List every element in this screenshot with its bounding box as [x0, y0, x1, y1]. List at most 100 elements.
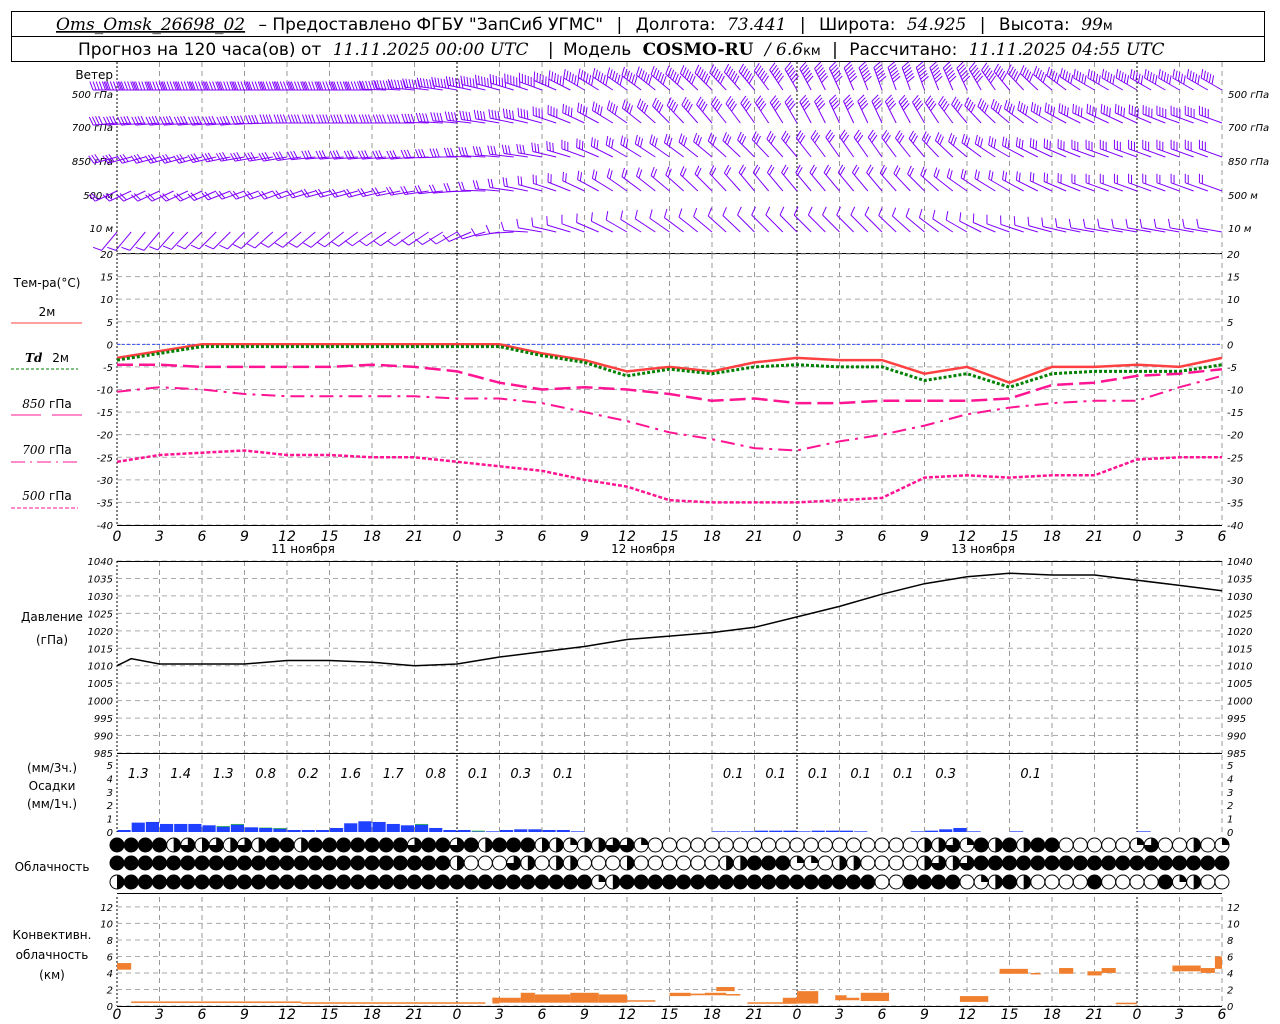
wind-barb-flag [212, 81, 217, 91]
wind-barb-shaft [665, 174, 684, 192]
wind-barb [1099, 173, 1124, 192]
wind-barb-flag [282, 81, 287, 91]
cloud-circle [973, 837, 989, 853]
wind-barb-flag [631, 74, 635, 84]
precip-bar [131, 822, 145, 832]
wind-barb-flag [932, 209, 936, 219]
cloud-circle [1157, 874, 1173, 890]
wind-barb-shaft [1071, 182, 1095, 192]
wind-barb [898, 94, 911, 124]
wind-barb-flag [878, 207, 883, 216]
wind-barb-shaft [951, 104, 968, 124]
wind-barb-flag [404, 113, 409, 123]
cloud-symbol [1002, 855, 1017, 871]
cloud-symbol [817, 874, 833, 890]
wind-barb-flag [245, 115, 250, 124]
cloud-circle [647, 855, 663, 871]
wind-barb-flag [190, 244, 200, 250]
convective-cloud-block [1101, 968, 1116, 973]
cloud-circle [350, 837, 366, 853]
wind-barb-shaft [767, 172, 784, 192]
wind-barb-flag [279, 114, 284, 124]
cloud-symbol [435, 855, 451, 871]
cloud-circle [1115, 837, 1131, 853]
wind-barb-flag [330, 114, 335, 124]
cloud-circle [803, 874, 819, 890]
wind-barb-flag [1047, 104, 1050, 114]
wind-barb-flag [645, 74, 650, 84]
wind-barb-flag [458, 78, 461, 88]
cloud-circle [364, 874, 380, 890]
wind-barb [649, 134, 670, 158]
cloud-circle [1002, 855, 1017, 871]
wind-barb-flag [594, 103, 598, 113]
cloud-symbol [322, 855, 337, 871]
sep: | [980, 15, 986, 35]
cloud-symbol [1157, 855, 1173, 871]
wind-barb-flag [1104, 70, 1107, 80]
cloud-symbol [676, 837, 692, 853]
wind-barb-flag [464, 147, 469, 157]
wind-barb-flag [614, 72, 618, 82]
wind-barb-flag [658, 104, 664, 113]
cloud-fill [570, 856, 578, 871]
wind-barb-shaft [636, 175, 656, 192]
wind-barb [709, 64, 727, 91]
cloud-symbol [747, 837, 762, 853]
pressure-axis-tick-left: 985 [94, 749, 113, 760]
wind-barb-flag [466, 76, 469, 86]
wind-barb-flag [1082, 218, 1086, 228]
wind-barb-flag [1041, 217, 1044, 227]
wind-barb-flag [1090, 70, 1093, 80]
wind-barb-flag [665, 65, 670, 75]
temp-axis-tick-left: -35 [97, 498, 113, 509]
wind-barb-flag [701, 71, 706, 80]
wind-barb [1111, 218, 1138, 233]
pressure-axis-tick-left: 1010 [88, 662, 113, 673]
wind-barb-flag [481, 76, 483, 86]
conv-axis-tick-left: 12 [100, 903, 113, 914]
cloud-fill [952, 856, 960, 871]
conv-axis-tick-left: 10 [100, 919, 113, 930]
cloud-circle [817, 855, 833, 871]
precip-bar [400, 825, 414, 832]
x-tick-label: 21 [1086, 529, 1104, 545]
pressure-axis-tick-right: 1020 [1227, 627, 1252, 638]
wind-barb-flag [963, 170, 967, 180]
wind-barb-flag [571, 73, 574, 83]
wind-barb-flag [305, 114, 310, 124]
wind-barb-shaft [1100, 182, 1124, 192]
wind-barb [893, 165, 911, 192]
wind-barb-flag [949, 170, 953, 180]
cloud-symbol [917, 837, 932, 853]
precip-bar [967, 831, 981, 832]
wind-barb [1085, 139, 1109, 158]
wind-barb-shaft [837, 172, 855, 192]
lat-value: 54.925 [907, 15, 966, 35]
precip-bar [471, 831, 485, 832]
temp-axis-tick-left: 0 [107, 340, 113, 351]
temp-title: Тем-ра(°C) [13, 276, 81, 290]
convective-cloud-block [797, 991, 819, 1004]
wind-barb-flag [194, 81, 199, 91]
cloud-circle [421, 855, 437, 871]
wind-barb-flag [611, 70, 616, 80]
wind-barb-flag [502, 177, 505, 187]
x-tick-label: 15 [661, 529, 679, 545]
cloud-symbol [548, 874, 564, 890]
cloud-circle [222, 874, 238, 890]
cloud-circle [1016, 855, 1032, 871]
wind-barb [956, 61, 971, 91]
wind-barb-flag [662, 75, 667, 85]
wind-barb-shaft [1028, 225, 1053, 233]
cloud-symbol [237, 874, 252, 890]
cloud-symbol [775, 855, 791, 871]
cloud-circle [208, 855, 224, 871]
wind-barb [665, 65, 684, 91]
wind-barb-flag [393, 114, 398, 124]
cloud-circle [123, 837, 139, 853]
cloud-symbol [1058, 837, 1074, 853]
cloud-circle [435, 874, 451, 890]
cloud-symbol [647, 874, 663, 890]
wind-barb-shaft [1185, 182, 1209, 192]
